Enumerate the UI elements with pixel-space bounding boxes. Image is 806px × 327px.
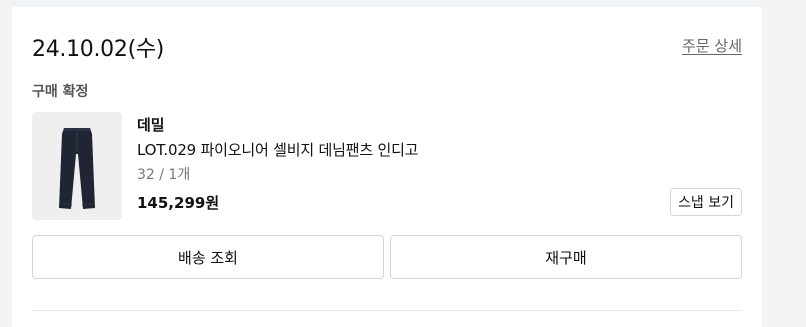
track-delivery-button[interactable]: 배송 조회 (32, 235, 384, 279)
product-price: 145,299원 (137, 194, 220, 212)
snap-view-button[interactable]: 스냅 보기 (670, 188, 742, 216)
reorder-button[interactable]: 재구매 (390, 235, 742, 279)
product-thumbnail[interactable] (32, 112, 122, 220)
product-name[interactable]: LOT.029 파이오니어 셀비지 데님팬츠 인디고 (137, 139, 418, 160)
order-status: 구매 확정 (32, 84, 89, 100)
jeans-icon (32, 112, 122, 220)
product-brand[interactable]: 데밀 (137, 114, 165, 135)
divider (32, 310, 742, 311)
product-options: 32 / 1개 (137, 167, 191, 183)
order-date: 24.10.02(수) (32, 37, 165, 62)
order-detail-link[interactable]: 주문 상세 (682, 35, 742, 56)
order-card: 24.10.02(수) 주문 상세 구매 확정 데밀 LOT.029 파이오니어… (12, 7, 762, 327)
